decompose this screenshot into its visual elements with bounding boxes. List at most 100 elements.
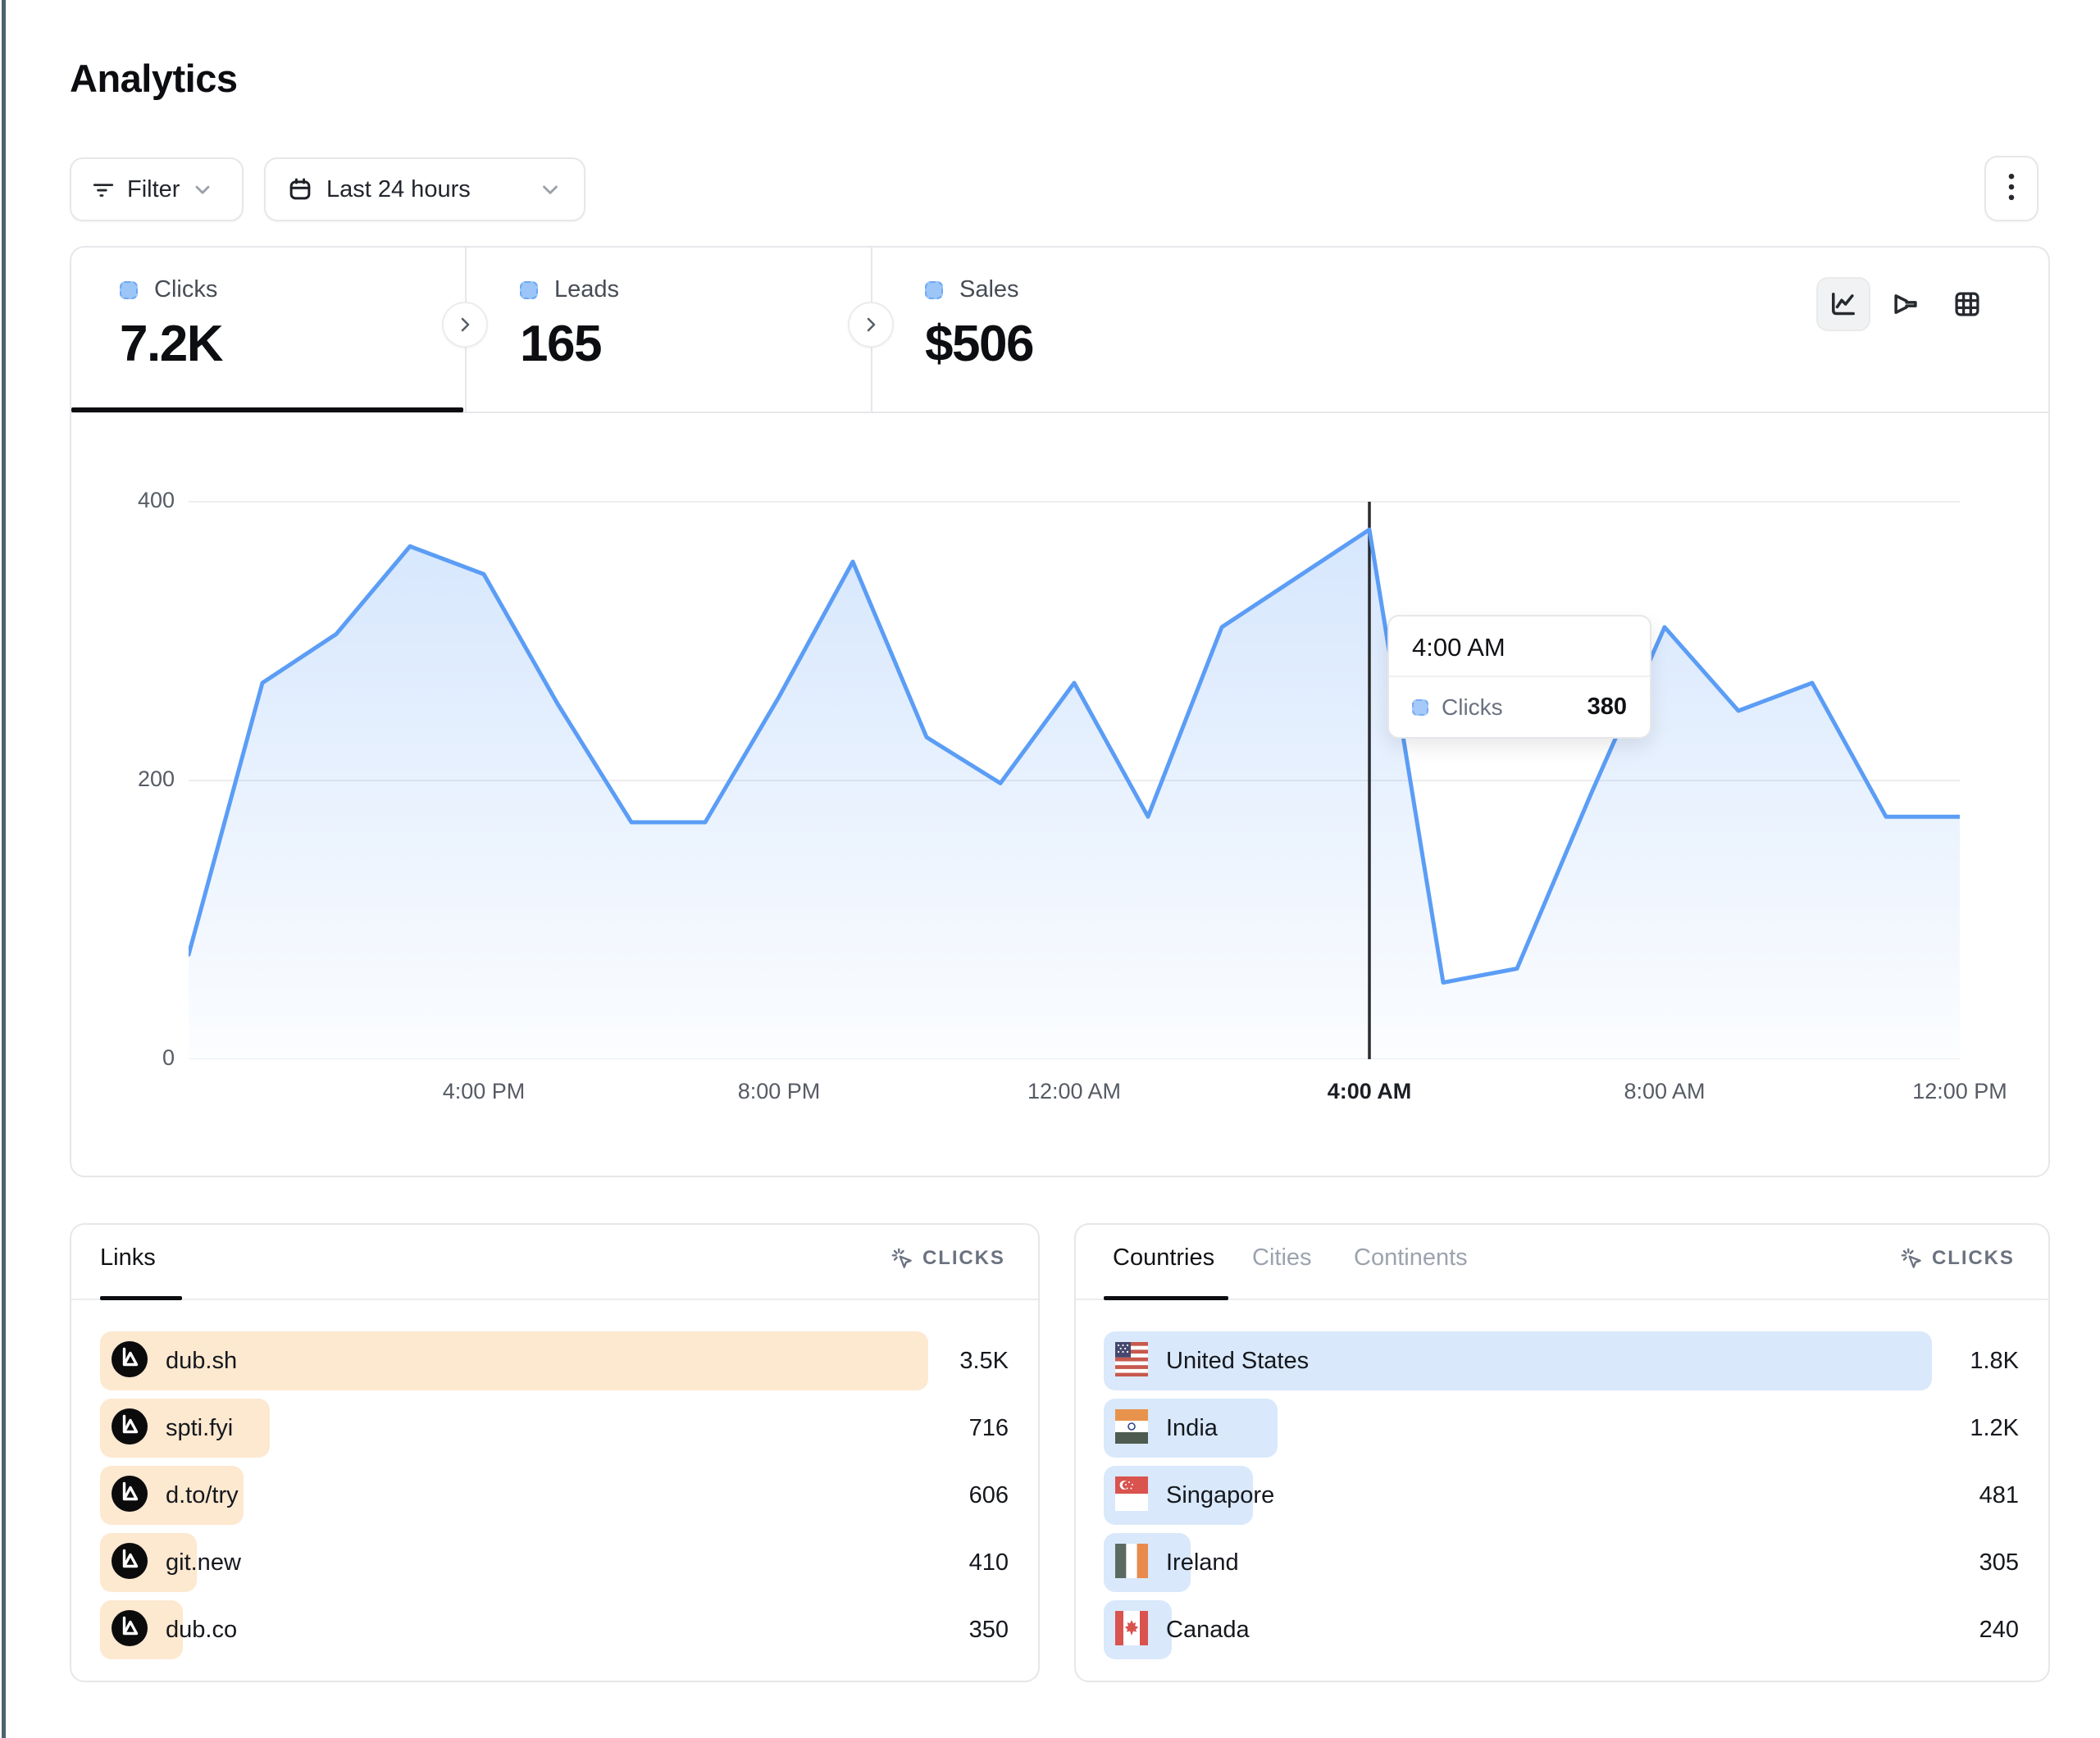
list-item-icon [112,1476,148,1516]
links-active-underline [100,1296,182,1300]
kebab-menu-icon [1999,171,2024,207]
chevron-right-icon [861,315,881,334]
flag-sg-icon [1115,1500,1148,1514]
list-item-icon [1115,1476,1148,1515]
list-item-label: spti.fyi [166,1415,233,1442]
x-tick-label: 4:00 AM [1304,1079,1435,1104]
dub-logo-icon [112,1341,148,1377]
list-item-value: 481 [1979,1466,2019,1525]
list-item[interactable]: Singapore 481 [1104,1466,2019,1525]
list-item-icon [1115,1611,1148,1649]
page-title: Analytics [70,56,237,101]
next-tab-button[interactable] [442,302,488,348]
more-options-button[interactable] [1984,156,2039,221]
filter-button[interactable]: Filter [70,157,244,221]
list-item-value: 305 [1979,1533,2019,1592]
list-item[interactable]: d.to/try 606 [100,1466,1009,1525]
chevron-right-icon [455,315,475,334]
stat-label: Sales [959,276,1019,303]
x-tick-label: 8:00 PM [713,1079,845,1104]
list-item-value: 410 [969,1533,1009,1592]
list-item[interactable]: Ireland 305 [1104,1533,2019,1592]
tab-links[interactable]: Links [100,1244,156,1272]
list-item-value: 1.2K [1970,1399,2019,1458]
tab-leads[interactable]: Leads 165 [520,276,864,373]
x-tick-label: 8:00 AM [1599,1079,1730,1104]
active-tab-underline [71,407,463,412]
links-header-divider [71,1299,1038,1300]
list-item[interactable]: Canada 240 [1104,1600,2019,1659]
countries-metric-header[interactable]: CLICKS [1899,1246,2015,1271]
date-range-button[interactable]: Last 24 hours [264,157,585,221]
cursor-click-icon [890,1246,914,1271]
links-metric-label: CLICKS [922,1247,1005,1270]
x-tick-label: 4:00 PM [418,1079,549,1104]
list-item[interactable]: git.new 410 [100,1533,1009,1592]
tab-continents[interactable]: Continents [1354,1244,1468,1272]
clicks-area-chart[interactable] [189,460,1960,1059]
window-left-edge [2,0,6,1738]
tab-countries[interactable]: Countries [1113,1244,1214,1272]
line-chart-icon [1828,289,1859,320]
links-list: dub.sh 3.5K spti.fyi 716 d.to/try 606 gi… [100,1331,1009,1667]
list-item[interactable]: dub.co 350 [100,1600,1009,1659]
x-tick-label: 12:00 PM [1894,1079,2025,1104]
y-tick-label: 0 [78,1045,175,1071]
stat-label: Leads [554,276,619,303]
list-item[interactable]: dub.sh 3.5K [100,1331,1009,1390]
stat-value: 165 [520,315,864,373]
stat-value: 7.2K [120,315,464,373]
chevron-down-icon [538,177,563,202]
list-item-value: 350 [969,1600,1009,1659]
dub-logo-icon [112,1543,148,1579]
stat-value: $506 [925,315,1269,373]
flag-in-icon [1115,1433,1148,1447]
list-item-label: Singapore [1166,1482,1274,1509]
chevron-down-icon [191,178,214,201]
tab-clicks[interactable]: Clicks 7.2K [120,276,464,373]
tooltip-time: 4:00 AM [1389,616,1650,676]
dub-logo-icon [112,1610,148,1646]
table-view-button[interactable] [1940,277,1994,331]
list-item-value: 716 [969,1399,1009,1458]
table-grid-icon [1952,289,1983,320]
clicks-legend-square-icon [1412,699,1428,716]
list-item[interactable]: United States 1.8K [1104,1331,2019,1390]
countries-metric-label: CLICKS [1932,1247,2015,1270]
chart-tooltip: 4:00 AM Clicks 380 [1387,615,1651,739]
list-item[interactable]: spti.fyi 716 [100,1399,1009,1458]
list-item-value: 240 [1979,1600,2019,1659]
list-item-icon [112,1610,148,1650]
cursor-click-icon [1899,1246,1924,1271]
list-item[interactable]: India 1.2K [1104,1399,2019,1458]
line-chart-view-button[interactable] [1816,277,1870,331]
list-item-label: dub.sh [166,1348,237,1375]
stat-label: Clicks [154,276,217,303]
links-metric-header[interactable]: CLICKS [890,1246,1005,1271]
tooltip-series-label: Clicks [1442,694,1503,721]
list-item-label: Canada [1166,1617,1250,1644]
list-item-label: git.new [166,1549,241,1576]
list-item-label: Ireland [1166,1549,1239,1576]
area-fill [189,530,1960,1059]
list-item-label: India [1166,1415,1218,1442]
list-item-icon [112,1341,148,1381]
x-tick-label: 12:00 AM [1009,1079,1140,1104]
list-item-value: 1.8K [1970,1331,2019,1390]
list-item-icon [112,1543,148,1583]
y-tick-label: 200 [78,767,175,792]
list-item-icon [112,1408,148,1449]
next-tab-button[interactable] [848,302,894,348]
tab-cities[interactable]: Cities [1252,1244,1312,1272]
tab-sales[interactable]: Sales $506 [925,276,1269,373]
funnel-chart-view-button[interactable] [1878,277,1932,331]
list-item-value: 606 [969,1466,1009,1525]
countries-list: United States 1.8K India 1.2K Singapore … [1104,1331,2019,1667]
filter-button-label: Filter [127,176,180,203]
list-item-value: 3.5K [959,1331,1009,1390]
funnel-chart-icon [1889,289,1920,320]
y-tick-label: 400 [78,488,175,513]
list-item-label: dub.co [166,1617,237,1644]
dub-logo-icon [112,1476,148,1512]
filter-lines-icon [91,177,116,202]
